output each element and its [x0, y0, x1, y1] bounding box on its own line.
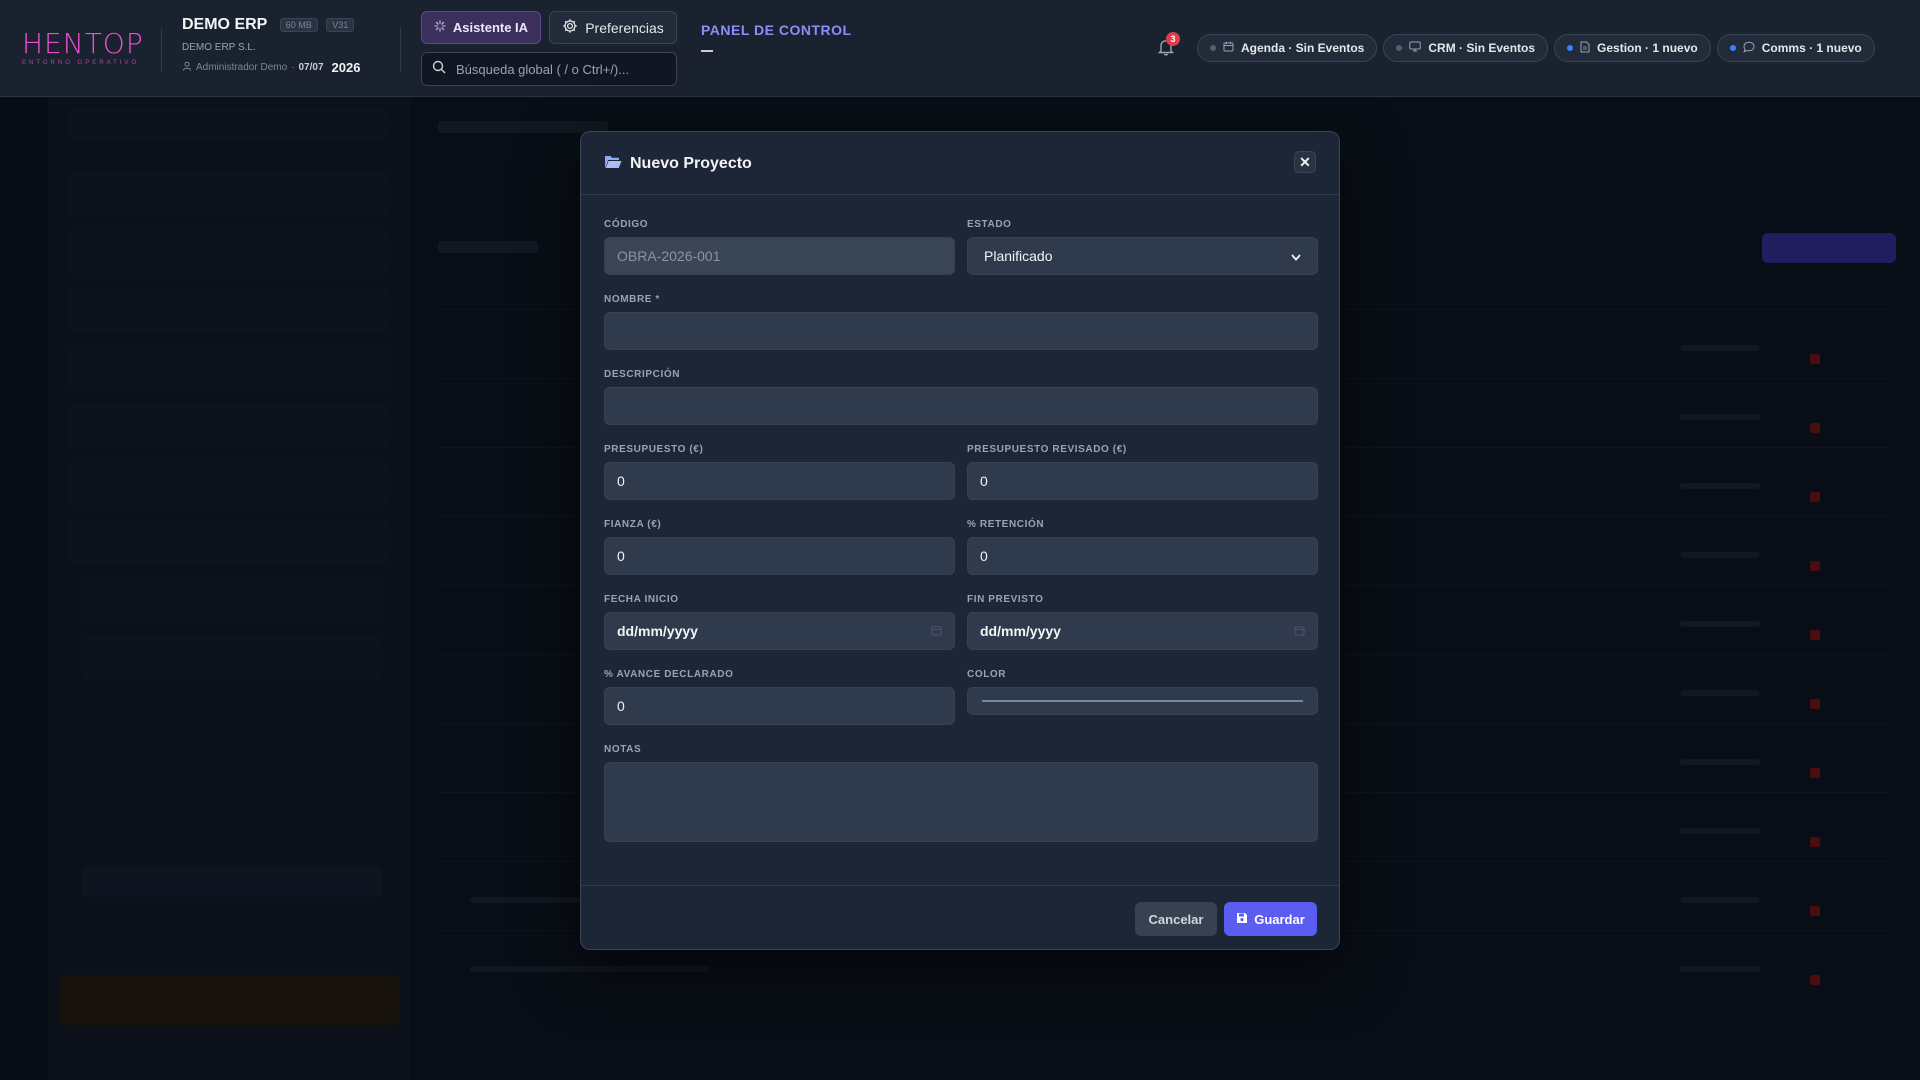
- user-icon: [182, 61, 192, 74]
- chip-agenda[interactable]: Agenda · Sin Eventos: [1197, 34, 1378, 62]
- logo-subtitle: ENTORNO OPERATIVO: [22, 60, 140, 66]
- estado-value: Planificado: [984, 248, 1053, 264]
- current-year[interactable]: 2026: [332, 60, 361, 75]
- status-dot: [1396, 45, 1403, 51]
- close-icon: ✕: [1299, 153, 1311, 170]
- status-dot: [1210, 45, 1216, 51]
- header-divider: [400, 28, 401, 72]
- company-info: DEMO ERP 60 MB V31 DEMO ERP S.L. Adminis…: [182, 16, 360, 75]
- chip-label: Gestion · 1 nuevo: [1597, 41, 1698, 55]
- ai-assistant-button[interactable]: Asistente IA: [421, 11, 541, 44]
- ai-assistant-label: Asistente IA: [452, 20, 529, 35]
- monitor-icon: [1409, 41, 1422, 55]
- search-icon: [432, 60, 446, 79]
- fecha-inicio-input[interactable]: dd/mm/yyyy: [604, 612, 955, 650]
- module-chips: Agenda · Sin Eventos CRM · Sin Eventos G…: [1197, 34, 1875, 62]
- fianza-input[interactable]: [604, 537, 955, 575]
- presupuesto-revisado-input[interactable]: [967, 462, 1318, 500]
- search-input[interactable]: [454, 60, 668, 78]
- document-icon: [1580, 41, 1590, 56]
- avance-label: % AVANCE DECLARADO: [604, 669, 734, 680]
- cancel-button[interactable]: Cancelar: [1135, 902, 1217, 936]
- presupuesto-revisado-label: PRESUPUESTO REVISADO (€): [967, 444, 1127, 455]
- status-dot: [1567, 45, 1574, 51]
- user-name: Administrador Demo: [196, 62, 288, 73]
- modal-footer-divider: [581, 885, 1339, 886]
- top-header: HENTOP ENTORNO OPERATIVO DEMO ERP 60 MB …: [0, 0, 1920, 97]
- nombre-input[interactable]: [604, 312, 1318, 350]
- avance-input[interactable]: [604, 687, 955, 725]
- folder-open-icon: [604, 154, 622, 174]
- modal-title-text: Nuevo Proyecto: [630, 155, 752, 172]
- version-badge: V31: [326, 17, 355, 32]
- fin-previsto-label: FIN PREVISTO: [967, 594, 1044, 605]
- chevron-down-icon: [1291, 248, 1301, 264]
- presupuesto-label: PRESUPUESTO (€): [604, 444, 704, 455]
- new-project-modal: Nuevo Proyecto ✕ CÓDIGO ESTADO Planifica…: [580, 131, 1340, 950]
- calendar-icon[interactable]: [1294, 623, 1305, 639]
- storage-badge: 60 MB: [279, 17, 318, 32]
- retencion-input[interactable]: [967, 537, 1318, 575]
- chat-icon: [1743, 41, 1755, 56]
- sparkle-icon: [434, 20, 446, 35]
- panel-underline: [701, 50, 713, 52]
- save-icon: [1236, 912, 1248, 927]
- modal-header: Nuevo Proyecto ✕: [581, 132, 1339, 195]
- fin-previsto-placeholder: dd/mm/yyyy: [980, 623, 1061, 639]
- user-info: Administrador Demo · 07/07 2026: [182, 60, 360, 75]
- fin-previsto-input[interactable]: dd/mm/yyyy: [967, 612, 1318, 650]
- retencion-label: % RETENCIÓN: [967, 519, 1045, 530]
- estado-label: ESTADO: [967, 219, 1012, 230]
- company-legal-name: DEMO ERP S.L.: [182, 42, 256, 53]
- company-name: DEMO ERP: [182, 16, 268, 33]
- descripcion-label: DESCRIPCIÓN: [604, 369, 681, 380]
- current-date: 07/07: [298, 62, 324, 73]
- chip-label: CRM · Sin Eventos: [1428, 41, 1536, 55]
- color-picker[interactable]: [967, 687, 1318, 715]
- codigo-input[interactable]: [604, 237, 955, 275]
- preferences-label: Preferencias: [585, 19, 664, 36]
- chip-crm[interactable]: CRM · Sin Eventos: [1383, 34, 1549, 62]
- preferences-button[interactable]: Preferencias: [549, 11, 677, 44]
- calendar-icon: [1223, 41, 1234, 55]
- global-search[interactable]: [421, 52, 677, 86]
- gear-icon: [562, 18, 578, 37]
- app-logo[interactable]: HENTOP ENTORNO OPERATIVO: [22, 27, 144, 67]
- chip-label: Agenda · Sin Eventos: [1241, 41, 1365, 55]
- chip-gestion[interactable]: Gestion · 1 nuevo: [1554, 34, 1711, 62]
- descripcion-input[interactable]: [604, 387, 1318, 425]
- separator-dot: ·: [291, 62, 295, 73]
- header-divider: [161, 28, 162, 72]
- save-label: Guardar: [1254, 911, 1305, 927]
- fecha-inicio-placeholder: dd/mm/yyyy: [617, 623, 698, 639]
- estado-select[interactable]: Planificado: [967, 237, 1318, 275]
- codigo-label: CÓDIGO: [604, 219, 649, 230]
- color-swatch: [982, 700, 1303, 702]
- modal-title: Nuevo Proyecto: [604, 154, 752, 174]
- logo-text: HENTOP: [22, 27, 144, 60]
- notas-label: NOTAS: [604, 744, 642, 755]
- calendar-icon[interactable]: [931, 623, 942, 639]
- save-button[interactable]: Guardar: [1224, 902, 1317, 936]
- color-label: COLOR: [967, 669, 1007, 680]
- chip-comms[interactable]: Comms · 1 nuevo: [1716, 34, 1875, 62]
- panel-title[interactable]: PANEL DE CONTROL: [701, 22, 852, 38]
- close-button[interactable]: ✕: [1294, 151, 1316, 173]
- presupuesto-input[interactable]: [604, 462, 955, 500]
- status-dot: [1729, 45, 1736, 51]
- notas-textarea[interactable]: [604, 762, 1318, 842]
- chip-label: Comms · 1 nuevo: [1761, 41, 1862, 55]
- fianza-label: FIANZA (€): [604, 519, 662, 530]
- nombre-label: NOMBRE *: [604, 294, 660, 305]
- fecha-inicio-label: FECHA INICIO: [604, 594, 679, 605]
- notification-badge: 3: [1166, 32, 1180, 46]
